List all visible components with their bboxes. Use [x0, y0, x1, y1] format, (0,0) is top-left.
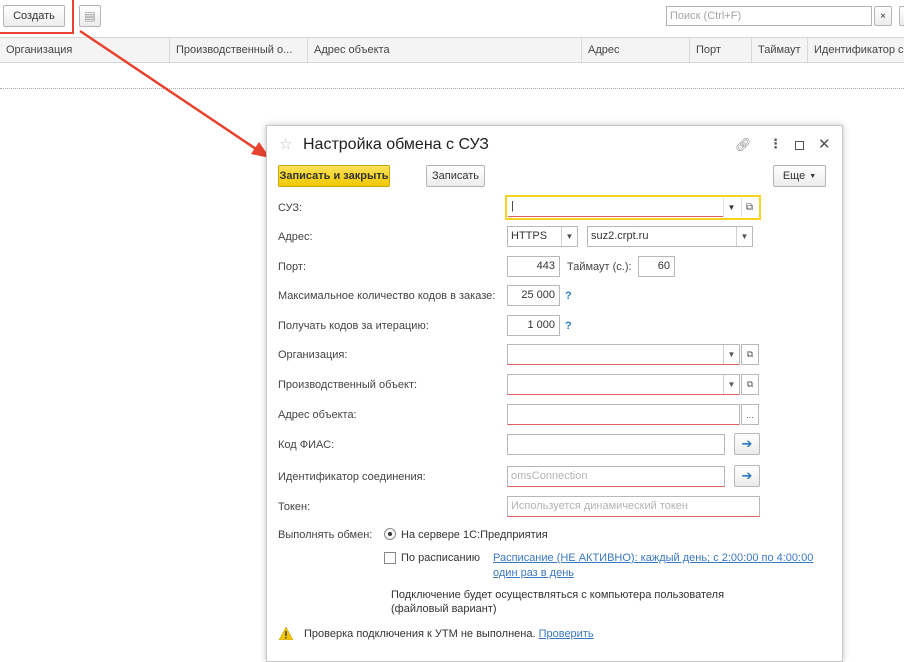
- production-object-label: Производственный объект:: [278, 379, 418, 391]
- warning-text: Проверка подключения к УТМ не выполнена.…: [304, 628, 594, 640]
- more-actions-icon[interactable]: ⋮: [769, 136, 782, 152]
- radio-server-label[interactable]: На сервере 1С:Предприятия: [401, 529, 548, 541]
- warning-message: Проверка подключения к УТМ не выполнена.: [304, 628, 536, 640]
- codes-per-iteration-label: Получать кодов за итерацию:: [278, 320, 429, 332]
- select-ellipsis-icon[interactable]: ...: [741, 404, 759, 425]
- maximize-icon[interactable]: [795, 141, 804, 150]
- radio-server[interactable]: [384, 528, 396, 540]
- save-and-close-button[interactable]: Записать и закрыть: [278, 165, 390, 187]
- open-icon[interactable]: ⧉: [741, 198, 757, 217]
- dropdown-arrow-icon[interactable]: ▼: [723, 375, 739, 394]
- host-input[interactable]: suz2.crpt.ru ▼: [587, 226, 753, 247]
- fill-arrow-icon[interactable]: ➔: [734, 433, 760, 455]
- search-options-button[interactable]: [899, 6, 904, 26]
- dropdown-arrow-icon[interactable]: ▼: [561, 227, 577, 246]
- dropdown-arrow-icon[interactable]: ▼: [723, 345, 739, 364]
- token-input[interactable]: Используется динамический токен: [507, 496, 760, 517]
- schedule-checkbox[interactable]: [384, 552, 396, 564]
- radio-selected-dot: [388, 532, 392, 536]
- schedule-link-continued[interactable]: один раз в день: [493, 567, 574, 579]
- timeout-label: Таймаут (с.):: [567, 261, 632, 273]
- column-header[interactable]: Производственный о...: [170, 38, 308, 62]
- object-address-label: Адрес объекта:: [278, 409, 357, 421]
- search-clear-button[interactable]: ×: [874, 6, 892, 26]
- connection-note: Подключение будет осуществляться с компь…: [391, 589, 725, 601]
- create-button[interactable]: Создать: [3, 5, 65, 27]
- suz-input[interactable]: |: [508, 198, 723, 217]
- link-icon[interactable]: 🔗︎: [735, 137, 752, 153]
- organization-input[interactable]: ▼: [507, 344, 740, 365]
- schedule-link[interactable]: Расписание (НЕ АКТИВНО): каждый день; с …: [493, 552, 813, 564]
- port-label: Порт:: [278, 261, 306, 273]
- codes-per-iteration-input[interactable]: 1 000: [507, 315, 560, 336]
- protocol-select[interactable]: HTTPS ▼: [507, 226, 578, 247]
- more-button-label: Еще: [782, 170, 806, 182]
- host-value: suz2.crpt.ru: [591, 230, 649, 242]
- help-icon[interactable]: ?: [565, 290, 572, 302]
- max-codes-label: Максимальное количество кодов в заказе:: [278, 290, 496, 302]
- protocol-value: HTTPS: [511, 230, 548, 242]
- object-address-input[interactable]: [507, 404, 740, 425]
- column-header[interactable]: Адрес: [582, 38, 690, 62]
- token-label: Токен:: [278, 501, 311, 513]
- exchange-settings-dialog: ☆ Настройка обмена с СУЗ 🔗︎ ⋮ ✕ Записать…: [266, 125, 843, 662]
- production-object-input[interactable]: ▼: [507, 374, 740, 395]
- connection-id-label: Идентификатор соединения:: [278, 471, 426, 483]
- dropdown-arrow-icon[interactable]: ▼: [736, 227, 752, 246]
- open-icon[interactable]: ⧉: [741, 374, 759, 395]
- port-input[interactable]: 443: [507, 256, 560, 277]
- table-divider: [0, 88, 904, 89]
- dropdown-arrow-icon[interactable]: ▼: [723, 198, 739, 217]
- more-button[interactable]: Еще ▼: [773, 165, 826, 187]
- fias-code-input[interactable]: [507, 434, 725, 455]
- search-input[interactable]: Поиск (Ctrl+F): [666, 6, 872, 26]
- organization-label: Организация:: [278, 349, 348, 361]
- help-icon[interactable]: ?: [565, 320, 572, 332]
- column-header[interactable]: Таймаут: [752, 38, 808, 62]
- warning-icon: [279, 627, 293, 640]
- table-header: Организация Производственный о... Адрес …: [0, 37, 904, 63]
- copy-icon[interactable]: ▤: [79, 5, 101, 27]
- address-label: Адрес:: [278, 231, 313, 243]
- suz-label: СУЗ:: [278, 202, 303, 214]
- fill-arrow-icon[interactable]: ➔: [734, 465, 760, 487]
- column-header[interactable]: Адрес объекта: [308, 38, 582, 62]
- fias-code-label: Код ФИАС:: [278, 439, 335, 451]
- timeout-input[interactable]: 60: [638, 256, 675, 277]
- schedule-checkbox-label[interactable]: По расписанию: [401, 552, 480, 564]
- favorite-star-icon[interactable]: ☆: [279, 135, 292, 153]
- chevron-down-icon: ▼: [809, 172, 817, 180]
- exchange-mode-label: Выполнять обмен:: [278, 529, 373, 541]
- close-icon[interactable]: ✕: [818, 135, 831, 153]
- connection-id-input[interactable]: omsConnection: [507, 466, 725, 487]
- column-header[interactable]: Организация: [0, 38, 170, 62]
- column-header[interactable]: Идентификатор со: [808, 38, 904, 62]
- open-icon[interactable]: ⧉: [741, 344, 759, 365]
- dialog-title: Настройка обмена с СУЗ: [303, 136, 489, 153]
- connection-note-continued: (файловый вариант): [391, 603, 497, 615]
- column-header[interactable]: Порт: [690, 38, 752, 62]
- save-button[interactable]: Записать: [426, 165, 485, 187]
- check-link[interactable]: Проверить: [539, 628, 594, 640]
- max-codes-input[interactable]: 25 000: [507, 285, 560, 306]
